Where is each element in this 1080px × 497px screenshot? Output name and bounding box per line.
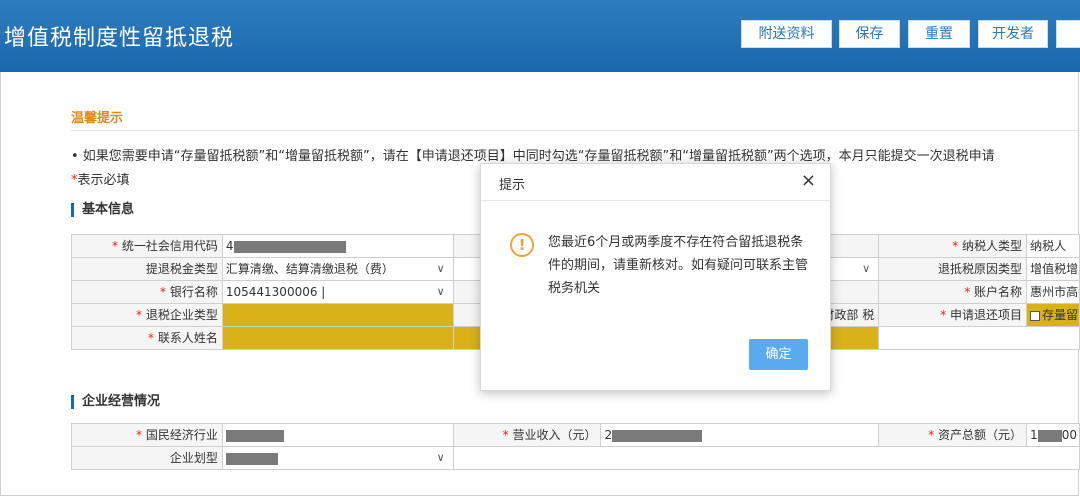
industry-input[interactable] (222, 424, 454, 446)
refund-reason-value: 增值税增量 (1027, 258, 1080, 280)
refund-reason-label: 退抵税原因类型 (879, 258, 1028, 280)
contact-name-input[interactable] (222, 327, 454, 349)
notice-text: • 如果您需要申请“存量留抵税额”和“增量留抵税额”，请在【申请退还项目】中同时… (71, 149, 995, 164)
confirm-button[interactable]: 确定 (749, 339, 808, 370)
apply-item-label: * 申请退还项目 (879, 304, 1028, 326)
reset-button[interactable]: 重置 (908, 20, 970, 48)
enterprise-type-label: * 退税企业类型 (72, 304, 223, 326)
credit-code-input[interactable]: 4 (222, 235, 454, 257)
chevron-down-icon: ∨ (436, 451, 445, 464)
dialog-header: 提示 × (481, 164, 830, 201)
contact-name-label: * 联系人姓名 (72, 327, 223, 349)
warning-icon: ! (510, 233, 534, 257)
close-icon[interactable]: × (801, 171, 816, 191)
form-row: 企业划型 ∨ (72, 447, 1080, 470)
credit-code-label: * 统一社会信用代码 (72, 235, 223, 257)
business-grid: * 国民经济行业 * 营业收入（元） 2 * 资产总额（元） 1 00 企业划型 … (71, 423, 1080, 470)
industry-label: * 国民经济行业 (72, 424, 223, 446)
redacted-block (233, 240, 346, 253)
form-row: * 国民经济行业 * 营业收入（元） 2 * 资产总额（元） 1 00 (72, 424, 1080, 447)
assets-input[interactable]: 1 00 (1027, 424, 1080, 446)
chevron-down-icon: ∨ (436, 285, 445, 298)
refund-type-select[interactable]: 汇算清缴、结算清缴退税（费） ∨ (222, 258, 454, 280)
checkbox-icon[interactable] (1030, 310, 1041, 321)
refund-type-label: 提退税金类型 (72, 258, 223, 280)
save-button[interactable]: 保存 (839, 20, 900, 48)
redacted-block (225, 452, 278, 465)
basic-info-section-title: 基本信息 (71, 203, 134, 217)
dialog-message: 您最近6个月或两季度不存在符合留抵退税条件的期间，请重新核对。如有疑问可联系主管… (548, 235, 809, 296)
required-note-label: 表示必填 (77, 173, 130, 188)
developer-button[interactable]: 开发者 (978, 20, 1048, 48)
business-section-title: 企业经营情况 (71, 395, 160, 409)
dialog-title: 提示 (499, 178, 526, 193)
more-button[interactable] (1056, 20, 1080, 48)
chevron-down-icon: ∨ (862, 262, 871, 275)
app-header: 增值税制度性留抵退税 附送资料 保存 重置 开发者 (0, 0, 1080, 72)
enterprise-type-input[interactable] (222, 304, 454, 326)
revenue-label: * 营业收入（元） (453, 424, 602, 446)
revenue-input[interactable]: 2 (601, 424, 880, 446)
enterprise-size-select[interactable]: ∨ (222, 447, 454, 469)
blank-cell (453, 447, 1080, 469)
apply-item-checkbox[interactable]: 存量留 (1027, 304, 1080, 326)
alert-dialog: 提示 × ! 您最近6个月或两季度不存在符合留抵退税条件的期间，请重新核对。如有… (480, 163, 831, 391)
bank-name-label: * 银行名称 (72, 281, 223, 303)
taxpayer-type-value: 纳税人 (1027, 235, 1080, 257)
taxpayer-type-label: * 纳税人类型 (879, 235, 1028, 257)
chevron-down-icon: ∨ (436, 262, 445, 275)
notice-divider (71, 130, 1079, 131)
enterprise-size-label: 企业划型 (72, 447, 223, 469)
blank-cell (879, 327, 1080, 349)
bank-name-select[interactable]: 105441300006 | ∨ (222, 281, 454, 303)
redacted-block (612, 429, 703, 442)
notice-title: 温馨提示 (71, 111, 124, 126)
account-name-value: 惠州市高新 (1027, 281, 1080, 303)
attach-docs-button[interactable]: 附送资料 (741, 20, 832, 48)
account-name-label: * 账户名称 (879, 281, 1028, 303)
page-title: 增值税制度性留抵退税 (4, 26, 235, 51)
required-note: *表示必填 (71, 169, 130, 188)
redacted-block (225, 429, 284, 442)
redacted-block (1037, 429, 1062, 442)
assets-label: * 资产总额（元） (879, 424, 1028, 446)
